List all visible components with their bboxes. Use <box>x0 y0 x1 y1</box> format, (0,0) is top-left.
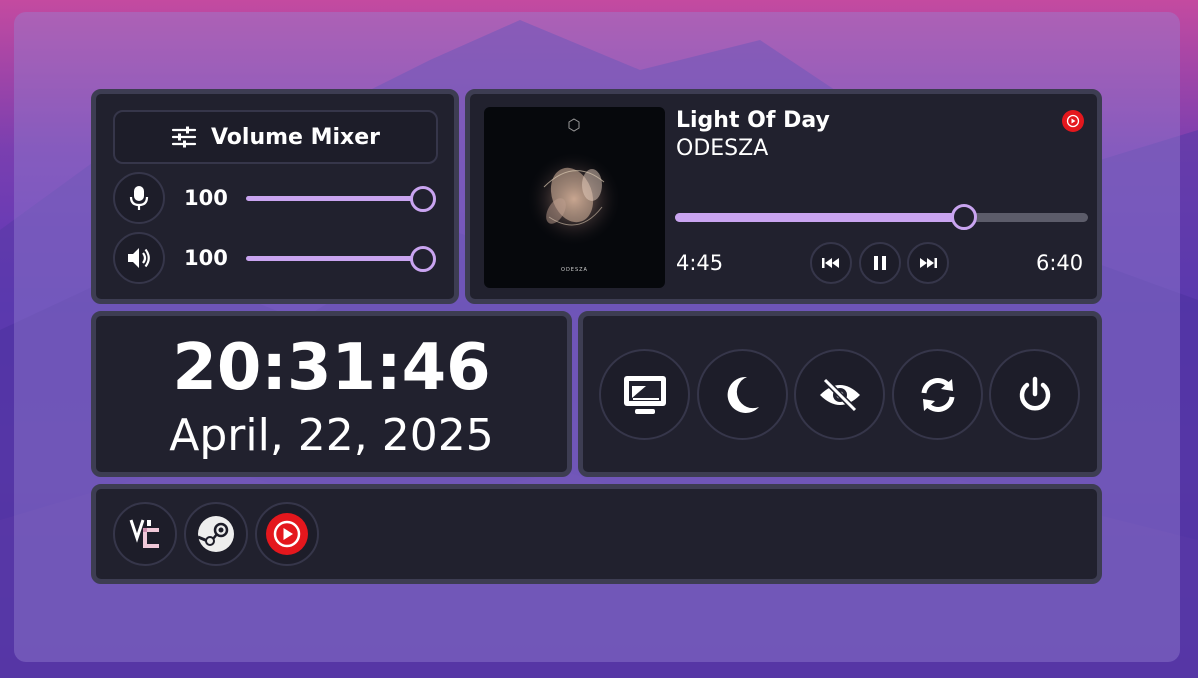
speaker-slider-thumb[interactable] <box>410 246 436 272</box>
track-artist: ODESZA <box>676 136 769 161</box>
microphone-mute-button[interactable] <box>113 172 165 224</box>
sliders-icon <box>171 126 197 148</box>
volume-mixer-card: Volume Mixer 100 100 <box>91 89 459 304</box>
reboot-button[interactable] <box>892 349 983 440</box>
sleep-button[interactable] <box>697 349 788 440</box>
launcher-app-vencord[interactable] <box>113 502 177 566</box>
speaker-icon <box>128 248 150 268</box>
vencord-icon <box>129 519 159 548</box>
skip-previous-icon <box>822 258 839 268</box>
clock-date: April, 22, 2025 <box>169 410 494 461</box>
album-art-caption: ODESZA <box>561 267 588 273</box>
moon-icon <box>727 376 759 413</box>
playback-progress-slider[interactable] <box>675 202 1088 232</box>
steam-icon <box>197 516 234 552</box>
play-pause-button[interactable] <box>859 242 901 284</box>
album-art-image <box>526 118 622 247</box>
media-source-button[interactable] <box>1062 110 1084 132</box>
launcher-app-youtube-music[interactable] <box>255 502 319 566</box>
media-player-card: ODESZA Light Of Day ODESZA 4:45 6:40 <box>465 89 1102 304</box>
progress-thumb[interactable] <box>950 204 977 230</box>
clock-card: 20:31:46 April, 22, 2025 <box>91 311 572 477</box>
pause-icon <box>874 256 886 270</box>
album-art: ODESZA <box>484 107 665 288</box>
track-title: Light Of Day <box>676 108 830 133</box>
speaker-level-label: 100 <box>184 246 228 270</box>
volume-mixer-title: Volume Mixer <box>210 124 381 150</box>
app-launcher-card <box>91 484 1102 584</box>
hide-button[interactable] <box>794 349 885 440</box>
microphone-slider-fill <box>246 196 423 201</box>
speaker-slider[interactable] <box>246 244 436 274</box>
microphone-level-label: 100 <box>184 186 228 210</box>
youtube-music-icon <box>1066 114 1080 128</box>
total-duration: 6:40 <box>1036 251 1084 275</box>
skip-next-icon <box>920 258 937 268</box>
progress-fill <box>675 213 964 222</box>
clock-time: 20:31:46 <box>172 331 491 405</box>
refresh-icon <box>921 377 954 412</box>
microphone-slider[interactable] <box>246 184 436 214</box>
launcher-app-steam[interactable] <box>184 502 248 566</box>
elapsed-time: 4:45 <box>676 251 724 275</box>
session-actions-card <box>578 311 1102 477</box>
microphone-slider-thumb[interactable] <box>410 186 436 212</box>
power-icon <box>1019 376 1050 410</box>
monitor-icon <box>623 375 666 414</box>
youtube-music-icon <box>266 513 308 555</box>
next-track-button[interactable] <box>907 242 949 284</box>
speaker-mute-button[interactable] <box>113 232 165 284</box>
volume-mixer-button[interactable]: Volume Mixer <box>113 110 438 164</box>
microphone-icon <box>129 186 149 210</box>
shutdown-button[interactable] <box>989 349 1080 440</box>
eye-off-icon <box>819 377 860 412</box>
screen-lock-button[interactable] <box>599 349 690 440</box>
speaker-slider-fill <box>246 256 423 261</box>
previous-track-button[interactable] <box>810 242 852 284</box>
